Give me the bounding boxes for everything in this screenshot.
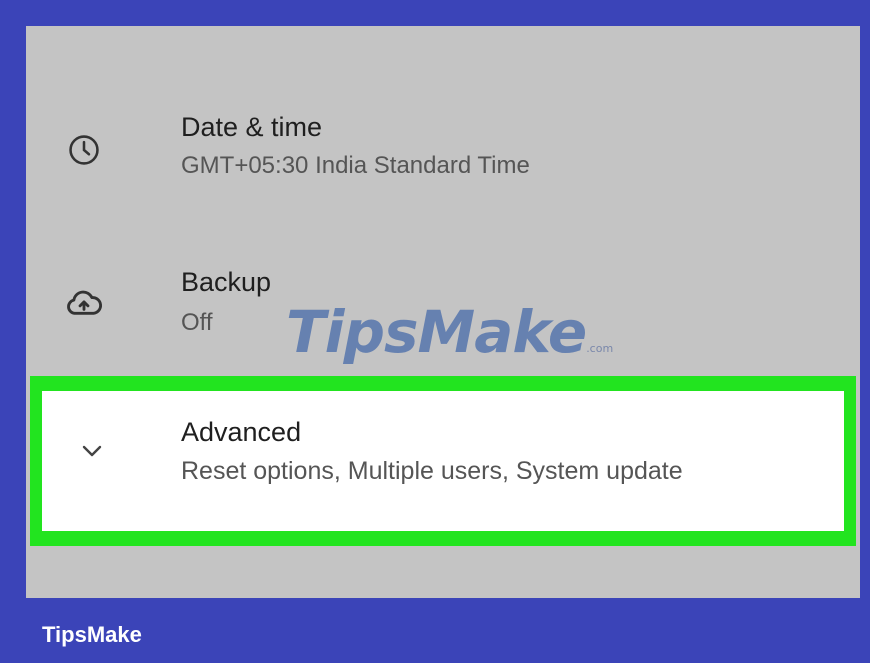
footer-brand: TipsMake: [42, 622, 142, 647]
frame-border: Date & time GMT+05:30 India Standard Tim…: [0, 0, 870, 663]
chevron-down-icon: [72, 431, 112, 471]
cloud-upload-icon: [64, 283, 104, 323]
settings-item-title: Backup: [181, 267, 272, 297]
settings-item-subtitle: Off: [181, 309, 213, 336]
settings-item-subtitle: GMT+05:30 India Standard Time: [181, 152, 530, 179]
watermark-suffix: .com: [586, 342, 614, 355]
settings-item-subtitle: Reset options, Multiple users, System up…: [181, 457, 683, 485]
watermark-text: TipsMake: [286, 298, 587, 366]
settings-item-title: Advanced: [181, 417, 302, 447]
watermark-logo: TipsMake.com: [286, 298, 613, 366]
settings-screen: Date & time GMT+05:30 India Standard Tim…: [26, 26, 860, 598]
settings-item-date-time[interactable]: Date & time GMT+05:30 India Standard Tim…: [26, 96, 860, 206]
clock-icon: [64, 130, 104, 170]
settings-item-title: Date & time: [181, 112, 323, 142]
settings-item-advanced[interactable]: Advanced Reset options, Multiple users, …: [42, 391, 844, 531]
